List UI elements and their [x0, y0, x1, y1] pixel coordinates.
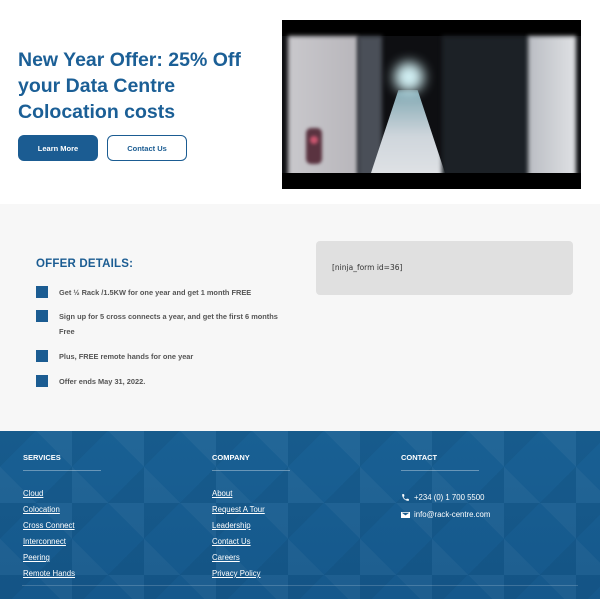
site-footer: SERVICES Cloud Colocation Cross Connect … [0, 431, 600, 599]
square-bullet-icon [36, 310, 48, 322]
footer-link-interconnect[interactable]: Interconnect [23, 537, 213, 553]
offer-item: Get ½ Rack /1.5KW for one year and get 1… [36, 285, 286, 300]
hero-section: New Year Offer: 25% Off your Data Centre… [0, 0, 600, 204]
divider [212, 470, 290, 471]
contact-us-button[interactable]: Contact Us [107, 135, 187, 161]
envelope-icon [401, 511, 411, 519]
red-indicator [306, 128, 322, 164]
phone-icon [401, 493, 411, 502]
divider [23, 470, 101, 471]
email-address: info@rack-centre.com [414, 510, 491, 519]
offer-item-text: Sign up for 5 cross connects a year, and… [59, 312, 278, 336]
offer-item-text: Offer ends May 31, 2022. [59, 377, 146, 386]
footer-link-privacy-policy[interactable]: Privacy Policy [212, 569, 402, 585]
footer-link-colocation[interactable]: Colocation [23, 505, 213, 521]
phone-number: +234 (0) 1 700 5500 [414, 493, 485, 502]
offer-item: Offer ends May 31, 2022. [36, 374, 286, 389]
contact-email[interactable]: info@rack-centre.com [401, 506, 591, 523]
footer-link-cloud[interactable]: Cloud [23, 489, 213, 505]
footer-link-leadership[interactable]: Leadership [212, 521, 402, 537]
footer-link-peering[interactable]: Peering [23, 553, 213, 569]
letterbox-bottom [282, 173, 581, 189]
footer-link-request-a-tour[interactable]: Request A Tour [212, 505, 402, 521]
offer-section: OFFER DETAILS: Get ½ Rack /1.5KW for one… [0, 204, 600, 431]
square-bullet-icon [36, 375, 48, 387]
footer-link-remote-hands[interactable]: Remote Hands [23, 569, 213, 585]
divider [401, 470, 479, 471]
company-heading: COMPANY [212, 453, 250, 462]
form-shortcode-text: [ninja_form id=36] [332, 263, 403, 272]
offer-heading: OFFER DETAILS: [36, 258, 134, 270]
footer-link-careers[interactable]: Careers [212, 553, 402, 569]
footer-company-column: COMPANY About Request A Tour Leadership … [212, 453, 402, 585]
offer-item: Plus, FREE remote hands for one year [36, 349, 286, 364]
footer-link-cross-connect[interactable]: Cross Connect [23, 521, 213, 537]
footer-divider [22, 585, 578, 586]
server-rack-right-front [528, 36, 576, 182]
server-rack-right [442, 36, 530, 182]
services-heading: SERVICES [23, 453, 61, 462]
letterbox-top [282, 20, 581, 36]
learn-more-button[interactable]: Learn More [18, 135, 98, 161]
footer-contact-column: CONTACT +234 (0) 1 700 5500 info@rack-ce… [401, 453, 591, 523]
ceiling-light [394, 62, 424, 92]
offer-item-text: Plus, FREE remote hands for one year [59, 352, 194, 361]
square-bullet-icon [36, 350, 48, 362]
server-rack-left [288, 36, 358, 182]
hero-title: New Year Offer: 25% Off your Data Centre… [18, 49, 241, 123]
square-bullet-icon [36, 286, 48, 298]
contact-heading: CONTACT [401, 453, 438, 462]
offer-item: Sign up for 5 cross connects a year, and… [36, 309, 286, 339]
footer-link-about[interactable]: About [212, 489, 402, 505]
footer-services-column: SERVICES Cloud Colocation Cross Connect … [23, 453, 213, 585]
footer-link-contact-us[interactable]: Contact Us [212, 537, 402, 553]
offer-item-text: Get ½ Rack /1.5KW for one year and get 1… [59, 288, 252, 297]
data-centre-corridor-image [282, 20, 581, 189]
form-placeholder: [ninja_form id=36] [316, 241, 573, 295]
contact-phone[interactable]: +234 (0) 1 700 5500 [401, 489, 591, 506]
